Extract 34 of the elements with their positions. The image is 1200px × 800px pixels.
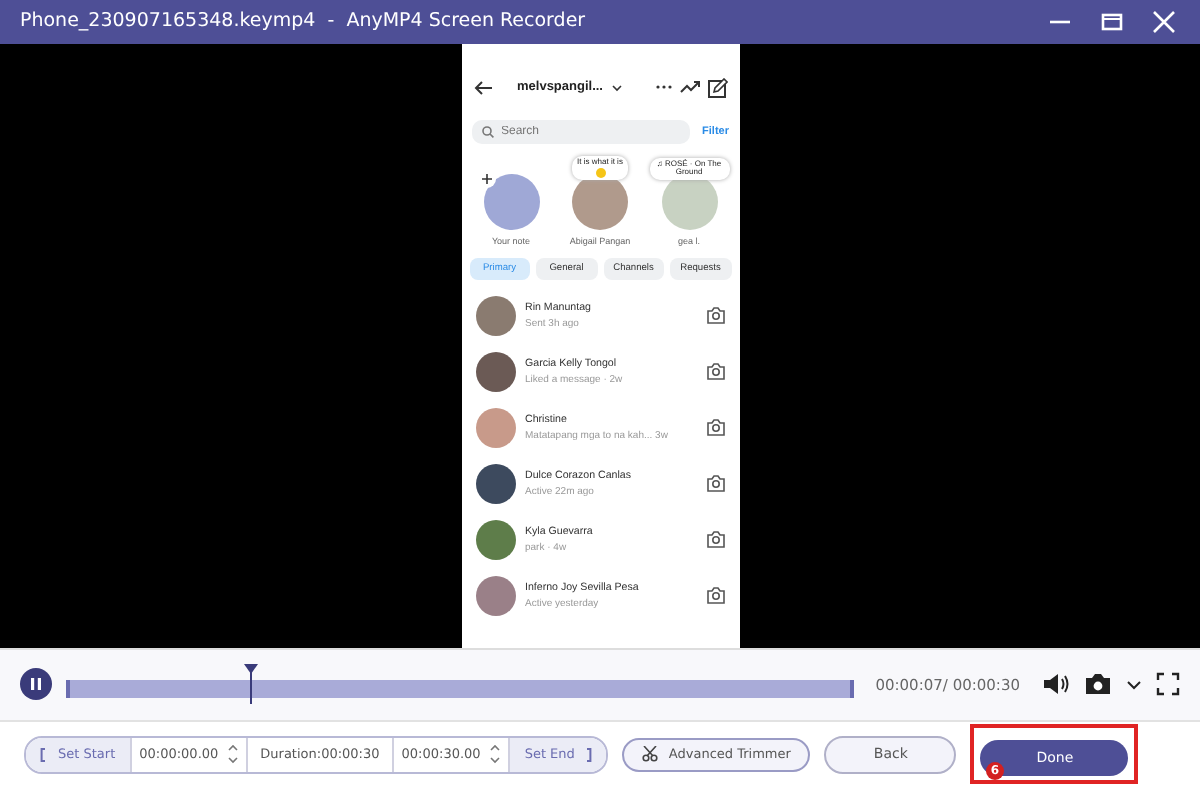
chevron-icon[interactable] <box>1126 679 1142 690</box>
more-icon[interactable] <box>655 84 671 91</box>
maximize-icon[interactable] <box>1100 9 1124 34</box>
camera-icon[interactable] <box>1084 672 1112 697</box>
spinner-icon[interactable] <box>228 744 239 765</box>
spinner-icon[interactable] <box>490 744 501 765</box>
emoji-icon <box>595 167 605 178</box>
volume-icon[interactable] <box>1042 672 1070 697</box>
playhead[interactable] <box>244 664 259 705</box>
camera-icon[interactable] <box>705 586 725 605</box>
camera-icon[interactable] <box>705 306 725 325</box>
chevron-icon[interactable] <box>611 83 621 92</box>
bracket-icon <box>40 747 46 762</box>
back-arrow-icon[interactable] <box>473 79 493 96</box>
close-icon[interactable] <box>1152 9 1176 34</box>
trending-icon[interactable] <box>679 80 699 95</box>
avatar[interactable] <box>475 351 515 392</box>
camera-icon[interactable] <box>705 530 725 549</box>
avatar[interactable] <box>475 463 515 504</box>
scissors-icon <box>642 746 659 763</box>
camera-icon[interactable] <box>705 474 725 493</box>
avatar[interactable] <box>475 295 515 336</box>
camera-icon[interactable] <box>705 418 725 437</box>
window-title: Phone_230907165348.keymp4 - AnyMP4 Screen Recorder <box>20 10 588 33</box>
plus-icon[interactable] <box>477 169 495 188</box>
pause-icon <box>28 676 44 693</box>
fullscreen-icon[interactable] <box>1156 672 1180 697</box>
camera-icon[interactable] <box>705 362 725 381</box>
timeline-track[interactable] <box>66 664 854 705</box>
search-icon <box>481 125 493 138</box>
pause-button[interactable] <box>20 668 52 701</box>
bracket-icon <box>586 747 593 762</box>
avatar[interactable] <box>475 519 515 560</box>
edit-icon[interactable] <box>707 77 727 98</box>
